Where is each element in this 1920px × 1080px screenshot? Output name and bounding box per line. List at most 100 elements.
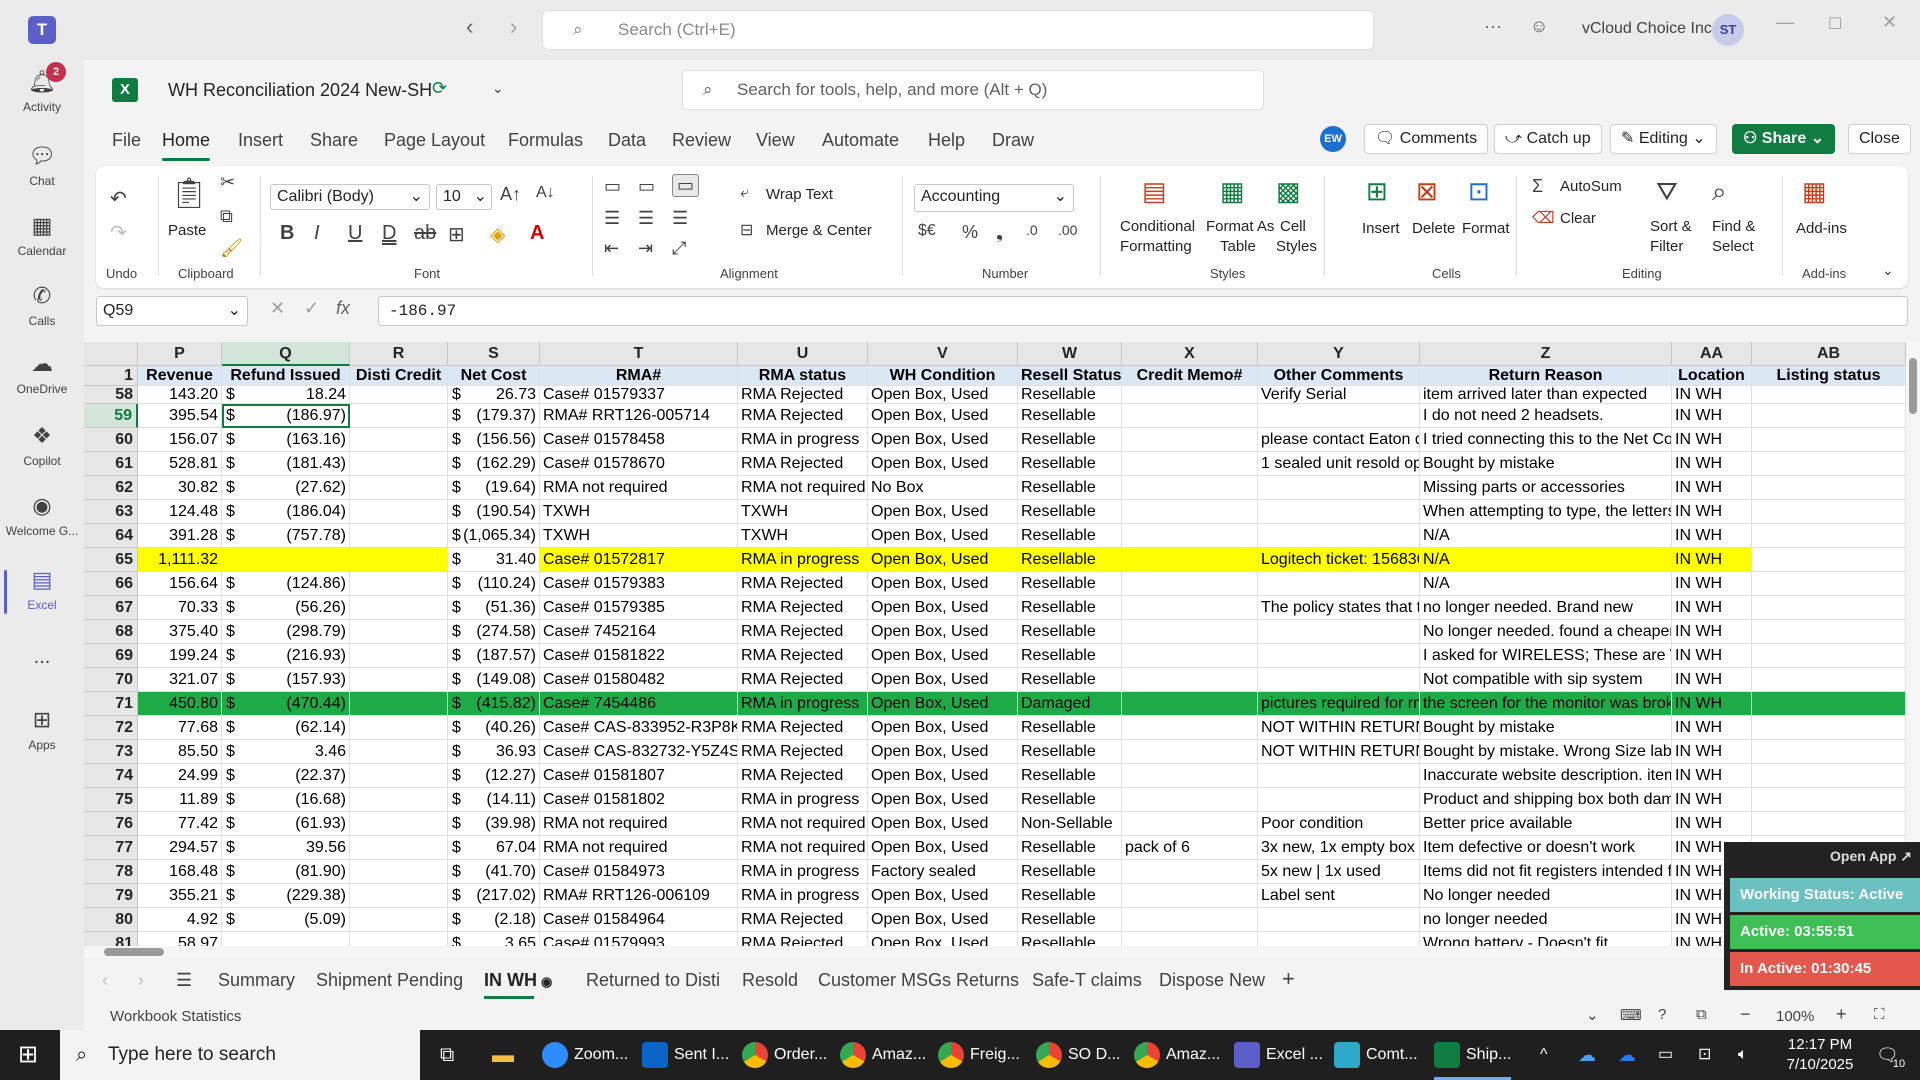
sheet-tab-resold[interactable]: Resold [742, 970, 798, 991]
row-header[interactable]: 71 [84, 692, 138, 716]
rail-item-copilot[interactable]: ❖ Copilot [0, 422, 84, 468]
taskbar-zoom[interactable]: Zoom... [542, 1030, 628, 1080]
select-all-corner[interactable] [84, 342, 138, 366]
cell-p-72[interactable]: 77.68 [138, 716, 222, 740]
cell-r-61[interactable] [350, 452, 448, 476]
cell-r-75[interactable] [350, 788, 448, 812]
cell-q-71[interactable]: $ (470.44) [222, 692, 350, 716]
cell-t-80[interactable]: Case# 01584964 [540, 908, 738, 932]
cell-y-80[interactable] [1258, 908, 1420, 932]
cell-x-74[interactable] [1122, 764, 1258, 788]
cell-v-68[interactable]: Open Box, Used [868, 620, 1018, 644]
cell-x-73[interactable] [1122, 740, 1258, 764]
cell-q-76[interactable]: $ (61.93) [222, 812, 350, 836]
cell-s-76[interactable]: $ (39.98) [448, 812, 540, 836]
cell-p-75[interactable]: 11.89 [138, 788, 222, 812]
cell-ab-67[interactable] [1752, 596, 1906, 620]
row-header[interactable]: 60 [84, 428, 138, 452]
cell-u-70[interactable]: RMA Rejected [738, 668, 868, 692]
cell-u-66[interactable]: RMA Rejected [738, 572, 868, 596]
cell-q-70[interactable]: $ (157.93) [222, 668, 350, 692]
cell-w-64[interactable]: Resellable [1018, 524, 1122, 548]
close-button[interactable]: Close [1848, 124, 1911, 154]
cell-q-67[interactable]: $ (56.26) [222, 596, 350, 620]
cell-v-74[interactable]: Open Box, Used [868, 764, 1018, 788]
column-header-y[interactable]: Y [1258, 342, 1420, 366]
volume-icon[interactable]: 🔈︎ [1738, 1030, 1748, 1080]
name-box[interactable]: Q59 ⌄ [96, 296, 248, 326]
cell-s-66[interactable]: $ (110.24) [448, 572, 540, 596]
cell-t-74[interactable]: Case# 01581807 [540, 764, 738, 788]
cell-r-78[interactable] [350, 860, 448, 884]
prev-sheet-icon[interactable]: ‹ [102, 970, 108, 991]
cell-p-59[interactable]: 395.54 [138, 404, 222, 428]
cancel-icon[interactable]: ✕ [270, 298, 285, 319]
taskbar-chrome-amazon[interactable]: Amaz... [840, 1030, 926, 1080]
cell-w-74[interactable]: Resellable [1018, 764, 1122, 788]
cell-x-71[interactable] [1122, 692, 1258, 716]
cell-u-59[interactable]: RMA Rejected [738, 404, 868, 428]
comma-icon[interactable]: ❟ [996, 222, 1003, 243]
cell-y-61[interactable]: 1 sealed unit resold ope [1258, 452, 1420, 476]
cell-r-67[interactable] [350, 596, 448, 620]
cell-aa-66[interactable]: IN WH [1672, 572, 1752, 596]
cell-w-70[interactable]: Resellable [1018, 668, 1122, 692]
cell-p-61[interactable]: 528.81 [138, 452, 222, 476]
cell-u-79[interactable]: RMA in progress [738, 884, 868, 908]
cell-r-66[interactable] [350, 572, 448, 596]
font-name-select[interactable]: Calibri (Body) ⌄ [270, 184, 430, 210]
cell-r-59[interactable] [350, 404, 448, 428]
row-header[interactable]: 79 [84, 884, 138, 908]
column-header-t[interactable]: T [540, 342, 738, 366]
insert-cells-icon[interactable]: ⊞ [1366, 176, 1388, 207]
currency-icon[interactable]: $€ [918, 222, 936, 240]
cell-q-62[interactable]: $ (27.62) [222, 476, 350, 500]
cell-x-80[interactable] [1122, 908, 1258, 932]
cell-t-72[interactable]: Case# CAS-833952-R3P8K6-1 [540, 716, 738, 740]
cell-x-78[interactable] [1122, 860, 1258, 884]
autosum-button[interactable]: AutoSum [1560, 178, 1622, 195]
cell-u-71[interactable]: RMA in progress [738, 692, 868, 716]
cell-q-68[interactable]: $ (298.79) [222, 620, 350, 644]
maximize-icon[interactable]: ☐ [1828, 14, 1842, 34]
chevron-down-icon[interactable]: ⌄ [1586, 1006, 1599, 1024]
cell-q-74[interactable]: $ (22.37) [222, 764, 350, 788]
cell-styles-icon[interactable]: ▩ [1276, 176, 1301, 207]
cell-s-67[interactable]: $ (51.36) [448, 596, 540, 620]
cell-q-66[interactable]: $ (124.86) [222, 572, 350, 596]
cell-aa-60[interactable]: IN WH [1672, 428, 1752, 452]
cell-w-69[interactable]: Resellable [1018, 644, 1122, 668]
cell-t-65[interactable]: Case# 01572817 [540, 548, 738, 572]
sheet-tab-returned-to-disti[interactable]: Returned to Disti [586, 970, 720, 991]
format-as-table-icon[interactable]: ▦ [1220, 176, 1245, 207]
cell-y-58[interactable]: Verify Serial [1258, 386, 1420, 404]
chevron-down-icon[interactable]: ⌄ [492, 80, 504, 97]
back-arrow-icon[interactable]: ‹ [466, 14, 473, 40]
cell-q-65[interactable] [222, 548, 350, 572]
cell-w-77[interactable]: Resellable [1018, 836, 1122, 860]
cell-t-66[interactable]: Case# 01579383 [540, 572, 738, 596]
cell-v-59[interactable]: Open Box, Used [868, 404, 1018, 428]
column-header-s[interactable]: S [448, 342, 540, 366]
cell-z-66[interactable]: N/A [1420, 572, 1672, 596]
workbook-statistics[interactable]: Workbook Statistics [110, 1008, 241, 1025]
cell-aa-61[interactable]: IN WH [1672, 452, 1752, 476]
tab-insert[interactable]: Insert [238, 130, 283, 151]
font-color-icon[interactable]: A [530, 222, 544, 245]
cell-s-73[interactable]: $36.93 [448, 740, 540, 764]
cell-r-79[interactable] [350, 884, 448, 908]
taskbar-outlook[interactable]: Sent I... [642, 1030, 729, 1080]
cell-y-63[interactable] [1258, 500, 1420, 524]
add-ins-button[interactable]: Add-ins [1796, 220, 1847, 237]
clear-button[interactable]: Clear [1560, 210, 1596, 227]
cell-ab-63[interactable] [1752, 500, 1906, 524]
cell-y-74[interactable] [1258, 764, 1420, 788]
cell-p-76[interactable]: 77.42 [138, 812, 222, 836]
column-header-u[interactable]: U [738, 342, 868, 366]
cell-aa-71[interactable]: IN WH [1672, 692, 1752, 716]
cell-x-63[interactable] [1122, 500, 1258, 524]
cell-w-63[interactable]: Resellable [1018, 500, 1122, 524]
cell-t-68[interactable]: Case# 7452164 [540, 620, 738, 644]
format-as-table-button[interactable]: Format As [1206, 218, 1274, 235]
cell-p-58[interactable]: 143.20 [138, 386, 222, 404]
